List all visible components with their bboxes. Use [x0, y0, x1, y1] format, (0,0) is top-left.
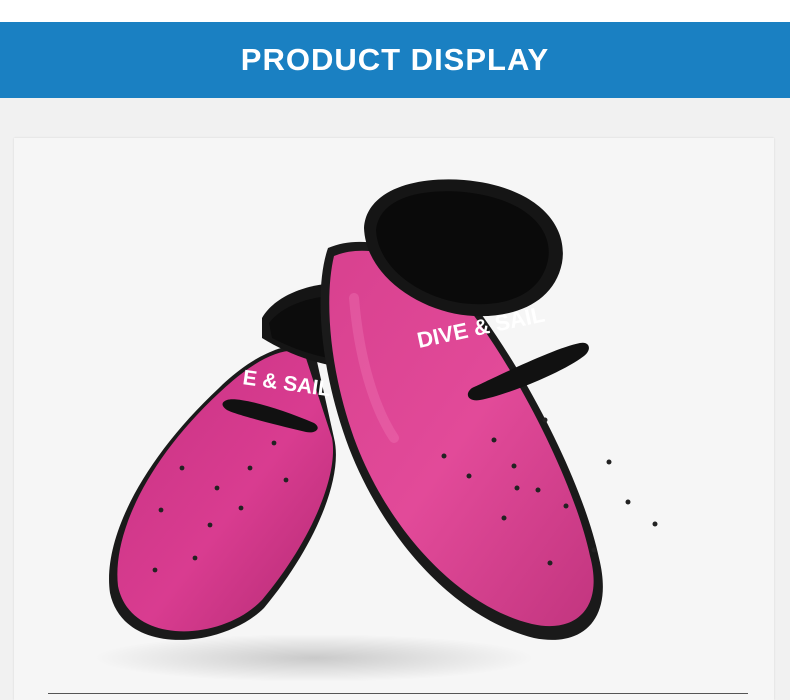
bottom-divider — [48, 693, 748, 694]
product-photo: E & SAIL DIVE & SAIL — [14, 138, 774, 700]
shadow — [94, 634, 534, 682]
section-banner: PRODUCT DISPLAY — [0, 22, 790, 98]
right-shoe: DIVE & SAIL — [320, 179, 658, 640]
banner-title: PRODUCT DISPLAY — [240, 42, 550, 77]
shoes-illustration: E & SAIL DIVE & SAIL — [94, 179, 658, 682]
top-strip — [0, 0, 790, 22]
